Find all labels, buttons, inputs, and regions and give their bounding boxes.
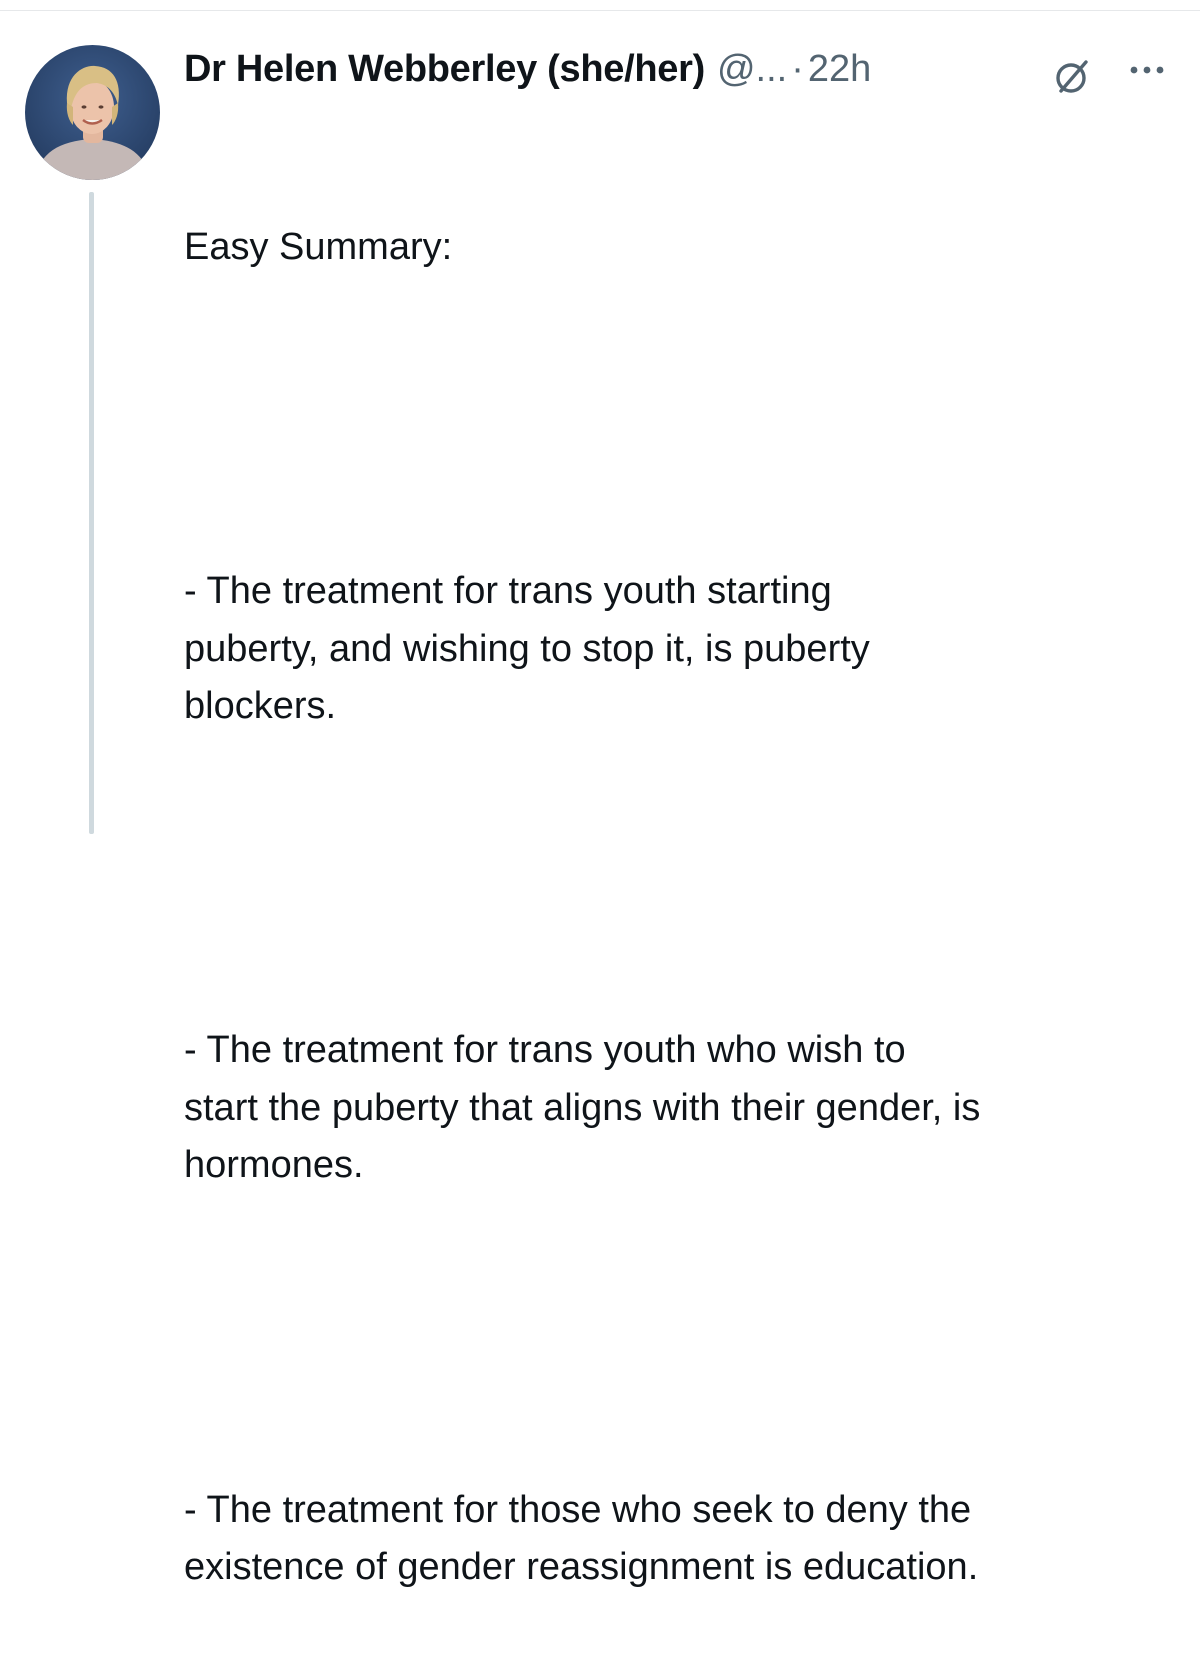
tweet-header: Dr Helen Webberley (she/her) @... · 22h: [184, 42, 1184, 96]
top-divider: [0, 10, 1200, 11]
avatar[interactable]: [25, 45, 160, 180]
thread-line: [89, 192, 94, 834]
grok-spark-icon[interactable]: [1053, 58, 1091, 96]
display-name[interactable]: Dr Helen Webberley (she/her): [184, 48, 705, 91]
user-handle[interactable]: @...: [717, 48, 787, 91]
more-options-icon[interactable]: [1126, 60, 1170, 80]
profile-photo-icon: [25, 45, 160, 180]
tweet-paragraph: - The treatment for those who seek to de…: [184, 1488, 979, 1589]
tweet-intro: Easy Summary:: [184, 225, 453, 268]
tweet-body: Easy Summary: - The treatment for trans …: [184, 104, 1184, 1654]
tweet-paragraph: - The treatment for trans youth who wish…: [184, 1029, 981, 1187]
timestamp[interactable]: 22h: [808, 48, 871, 91]
tweet-paragraph: - The treatment for trans youth starting…: [184, 570, 870, 728]
separator-dot: ·: [791, 47, 804, 90]
